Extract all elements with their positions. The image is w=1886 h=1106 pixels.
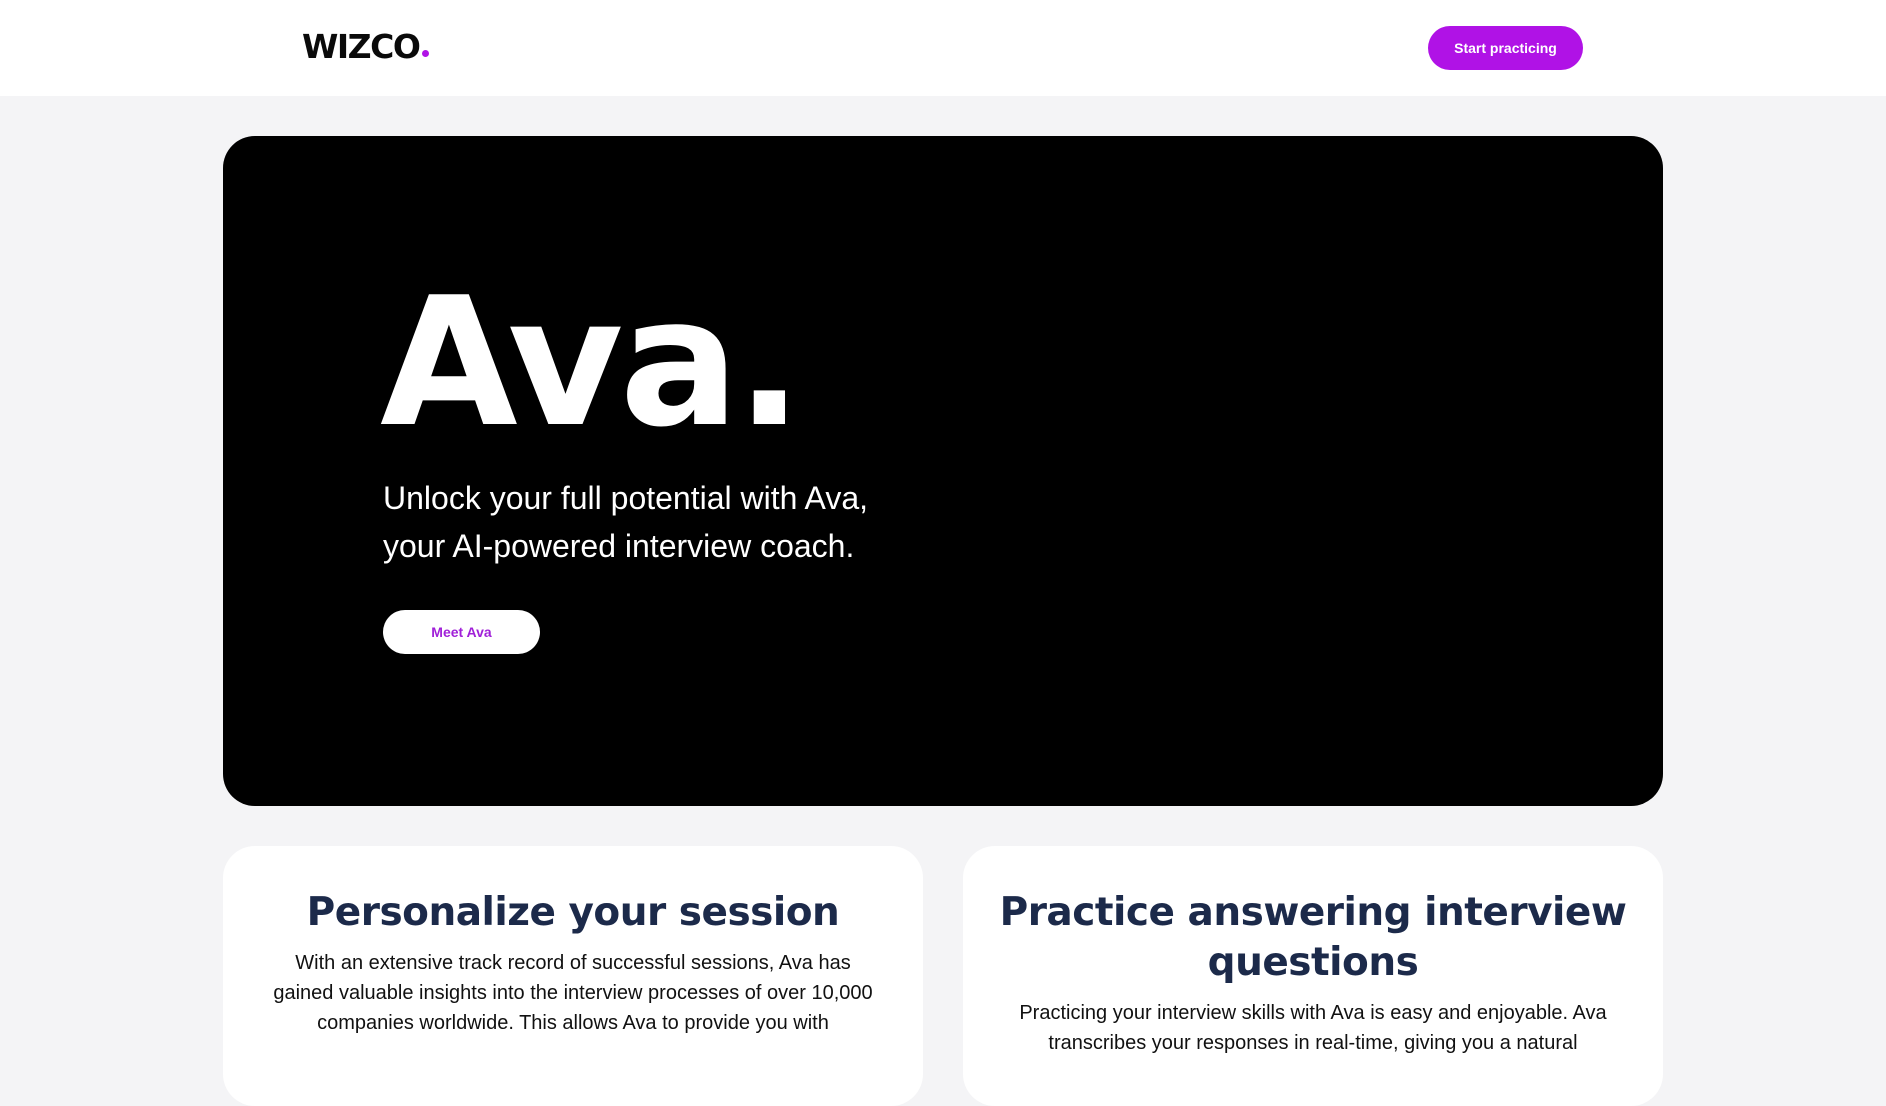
hero-subtitle-line1: Unlock your full potential with Ava, xyxy=(383,480,868,516)
hero-subtitle-line2: your AI-powered interview coach. xyxy=(383,528,855,564)
feature-card-body: With an extensive track record of succes… xyxy=(273,952,873,1034)
logo-text: WIZCO xyxy=(302,27,421,66)
feature-card-title: Personalize your session xyxy=(306,890,840,935)
hero-title: Ava. xyxy=(380,259,803,466)
feature-card-body: Practicing your interview skills with Av… xyxy=(1019,1002,1607,1054)
start-practicing-button[interactable]: Start practicing xyxy=(1428,26,1583,70)
feature-card-practice: Practice answering interview questions P… xyxy=(963,846,1663,1106)
hero-banner: Ava. Unlock your full potential with Ava… xyxy=(223,136,1663,806)
feature-card-title: Practice answering interview questions xyxy=(999,890,1627,985)
meet-ava-button[interactable]: Meet Ava xyxy=(383,610,540,654)
hero-subtitle: Unlock your full potential with Ava, you… xyxy=(383,474,1023,570)
site-header: WIZCO Start practicing xyxy=(0,0,1886,96)
wizco-logo[interactable]: WIZCO xyxy=(302,27,430,66)
feature-card-personalize: Personalize your session With an extensi… xyxy=(223,846,923,1106)
logo-dot-icon xyxy=(422,50,430,57)
